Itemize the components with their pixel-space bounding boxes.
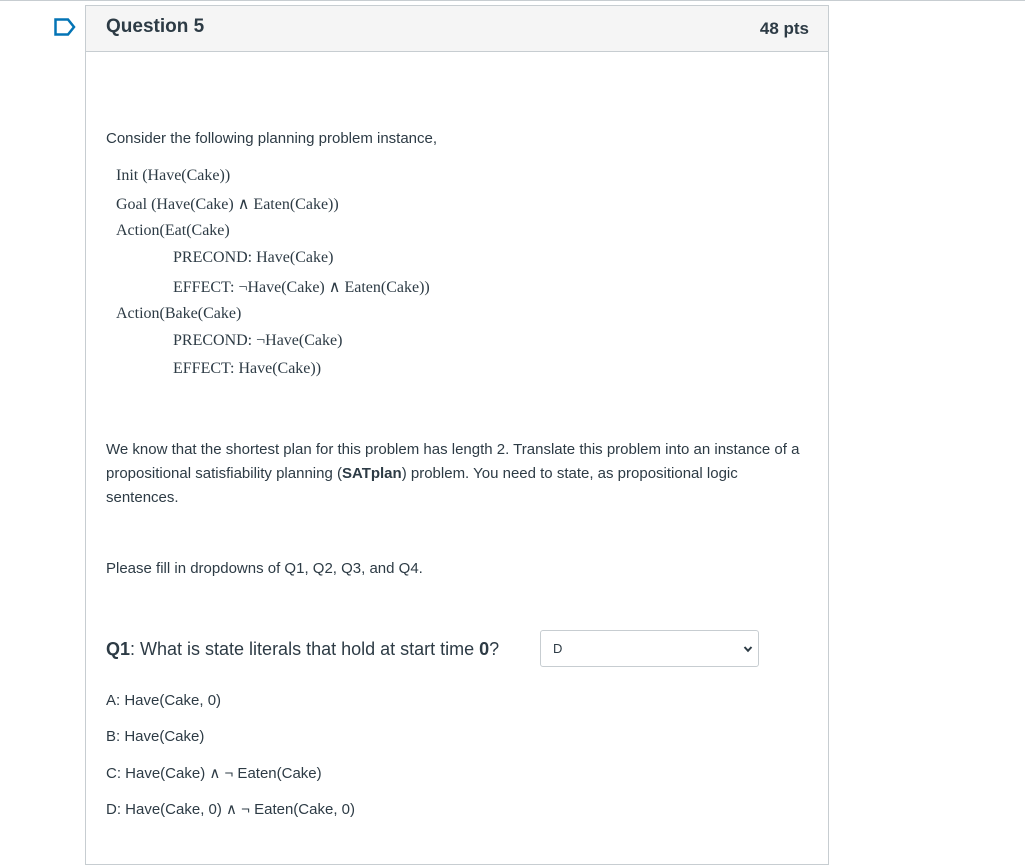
question-header: Question 5 48 pts [86,6,828,52]
action-bake-precond: PRECOND: ¬Have(Cake) [173,332,343,349]
question-points: 48 pts [759,19,809,38]
option-c: C: Have(Cake) ∧ ¬ Eaten(Cake) [106,765,322,782]
problem-description: We know that the shortest plan for this … [106,438,810,510]
q1-answer-select[interactable]: D [540,630,759,667]
bookmark-flag-icon[interactable] [54,18,76,36]
goal-line: Goal (Have(Cake) ∧ Eaten(Cake)) [116,196,339,213]
q1-label: Q1 [106,639,131,659]
q1-end: ? [489,639,500,659]
satplan-term: SATplan [341,465,402,482]
q1-prompt: Q1: What is state literals that hold at … [106,639,499,660]
intro-text: Consider the following planning problem … [106,130,438,147]
action-eat-effect: EFFECT: ¬Have(Cake) ∧ Eaten(Cake)) [173,279,430,296]
action-bake-effect: EFFECT: Have(Cake)) [173,360,322,377]
action-bake-line: Action(Bake(Cake) [116,305,242,322]
action-eat-line: Action(Eat(Cake) [116,222,230,239]
top-divider [0,0,1025,1]
option-d: D: Have(Cake, 0) ∧ ¬ Eaten(Cake, 0) [106,801,355,818]
action-eat-precond: PRECOND: Have(Cake) [173,249,334,266]
init-line: Init (Have(Cake)) [116,167,231,184]
option-a: A: Have(Cake, 0) [106,692,222,709]
q1-selected-value: D [553,641,563,656]
q1-time: 0 [479,639,490,659]
option-b: B: Have(Cake) [106,728,205,745]
chevron-down-icon [743,646,753,653]
fill-instruction: Please fill in dropdowns of Q1, Q2, Q3, … [106,560,423,577]
q1-text: : What is state literals that hold at st… [130,639,480,659]
question-title: Question 5 [106,16,205,37]
question-card: Question 5 48 pts Consider the following… [85,5,829,865]
